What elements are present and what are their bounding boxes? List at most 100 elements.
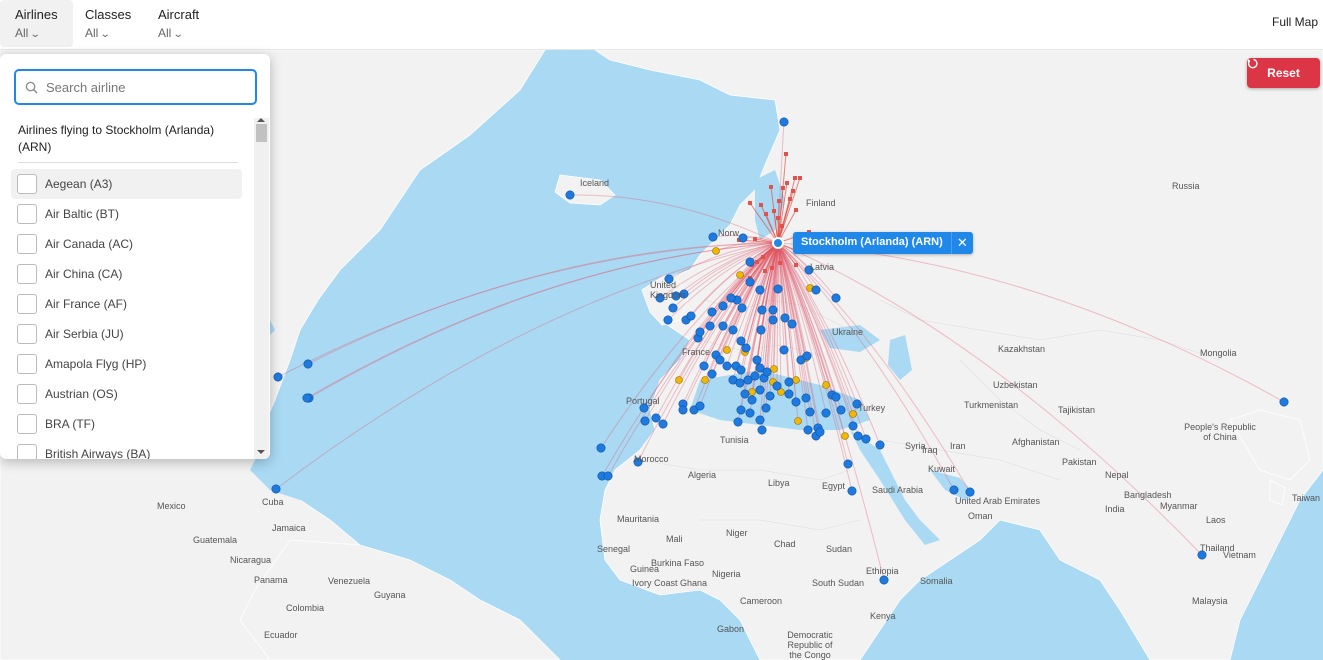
seasonal-airport-marker[interactable] (792, 376, 800, 384)
seasonal-airport-marker[interactable] (841, 432, 849, 440)
seasonal-airport-marker[interactable] (849, 410, 857, 418)
airport-marker[interactable] (752, 355, 762, 365)
airport-marker[interactable] (695, 401, 705, 411)
airport-marker[interactable] (686, 311, 696, 321)
airport-marker[interactable] (745, 277, 755, 287)
checkbox[interactable] (17, 324, 37, 344)
airport-marker[interactable] (811, 285, 821, 295)
airport-marker[interactable] (736, 336, 746, 346)
seasonal-airport-marker[interactable] (822, 381, 830, 389)
seasonal-airport-marker[interactable] (712, 247, 720, 255)
airport-marker[interactable] (736, 405, 746, 415)
airport-marker[interactable] (655, 293, 665, 303)
airport-marker[interactable] (639, 403, 649, 413)
airport-marker[interactable] (852, 399, 862, 409)
seasonal-airport-marker[interactable] (794, 417, 802, 425)
domestic-airport-marker[interactable] (788, 197, 792, 201)
airport-marker[interactable] (705, 321, 715, 331)
domestic-airport-marker[interactable] (764, 212, 768, 216)
airport-marker[interactable] (668, 303, 678, 313)
airport-marker[interactable] (755, 385, 765, 395)
airline-option[interactable]: Amapola Flyg (HP) (11, 349, 242, 379)
airport-marker[interactable] (596, 443, 606, 453)
airport-marker[interactable] (728, 325, 738, 335)
seasonal-airport-marker[interactable] (748, 388, 756, 396)
airport-marker[interactable] (664, 274, 674, 284)
airline-option[interactable]: Air Canada (AC) (11, 229, 242, 259)
airport-marker[interactable] (679, 289, 689, 299)
checkbox[interactable] (17, 354, 37, 374)
airport-marker[interactable] (848, 421, 858, 431)
airport-marker[interactable] (707, 369, 717, 379)
selected-airport-marker[interactable] (772, 237, 784, 249)
close-icon[interactable]: ✕ (950, 232, 973, 254)
airport-marker[interactable] (757, 425, 767, 435)
airport-marker[interactable] (773, 284, 783, 294)
airport-marker[interactable] (815, 427, 825, 437)
airport-marker[interactable] (768, 305, 778, 315)
airport-marker[interactable] (804, 265, 814, 275)
airport-marker[interactable] (750, 371, 760, 381)
airline-option[interactable]: British Airways (BA) (11, 439, 242, 459)
airport-marker[interactable] (853, 431, 863, 441)
airport-marker[interactable] (722, 361, 732, 371)
airport-marker[interactable] (708, 232, 718, 242)
airline-option[interactable]: Air Serbia (JU) (11, 319, 242, 349)
domestic-airport-marker[interactable] (748, 201, 752, 205)
classes-filter[interactable]: Classes All ⌄ (70, 0, 146, 47)
airport-marker[interactable] (740, 389, 750, 399)
airport-marker[interactable] (678, 405, 688, 415)
airport-marker[interactable] (784, 377, 794, 387)
seasonal-airport-marker[interactable] (770, 365, 778, 373)
airport-marker[interactable] (761, 403, 771, 413)
airport-marker[interactable] (303, 359, 313, 369)
airport-marker[interactable] (791, 397, 801, 407)
airport-marker[interactable] (831, 392, 841, 402)
airport-marker[interactable] (802, 351, 812, 361)
airport-marker[interactable] (847, 486, 857, 496)
checkbox[interactable] (17, 204, 37, 224)
airport-marker[interactable] (718, 301, 728, 311)
domestic-airport-marker[interactable] (772, 209, 776, 213)
scroll-down-icon[interactable] (257, 450, 265, 454)
airline-search-input[interactable] (46, 79, 246, 95)
airline-option[interactable]: Austrian (OS) (11, 379, 242, 409)
airport-marker[interactable] (768, 315, 778, 325)
airport-marker[interactable] (949, 485, 959, 495)
airport-marker[interactable] (745, 408, 755, 418)
airport-marker[interactable] (302, 393, 312, 403)
checkbox[interactable] (17, 444, 37, 459)
domestic-airport-marker[interactable] (769, 185, 773, 189)
airport-marker[interactable] (741, 343, 751, 353)
domestic-airport-marker[interactable] (793, 176, 797, 180)
airport-marker[interactable] (805, 407, 815, 417)
airport-marker[interactable] (273, 372, 283, 382)
airport-marker[interactable] (965, 487, 975, 497)
airport-marker[interactable] (875, 440, 885, 450)
airport-marker[interactable] (699, 361, 709, 371)
airport-marker[interactable] (831, 293, 841, 303)
airport-marker[interactable] (671, 291, 681, 301)
airport-marker[interactable] (779, 117, 789, 127)
domestic-airport-marker[interactable] (780, 224, 784, 228)
scrollbar-thumb[interactable] (256, 124, 267, 142)
airport-marker[interactable] (735, 378, 745, 388)
scroll-up-icon[interactable] (257, 118, 265, 122)
seasonal-airport-marker[interactable] (675, 376, 683, 384)
airport-marker[interactable] (821, 408, 831, 418)
seasonal-airport-marker[interactable] (701, 376, 709, 384)
domestic-airport-marker[interactable] (763, 269, 767, 273)
domestic-airport-marker[interactable] (759, 203, 763, 207)
airport-marker[interactable] (633, 457, 643, 467)
airport-marker[interactable] (603, 471, 613, 481)
airline-option[interactable]: Air France (AF) (11, 289, 242, 319)
airport-marker[interactable] (1197, 550, 1207, 560)
domestic-airport-marker[interactable] (794, 208, 798, 212)
full-map-link[interactable]: Full Map (1272, 15, 1318, 29)
airline-list-scrollbar[interactable] (254, 118, 269, 459)
checkbox[interactable] (17, 174, 37, 194)
airline-option[interactable]: Air Baltic (BT) (11, 199, 242, 229)
airline-option[interactable]: Air China (CA) (11, 259, 242, 289)
airport-marker[interactable] (784, 389, 794, 399)
domestic-airport-marker[interactable] (781, 186, 785, 190)
